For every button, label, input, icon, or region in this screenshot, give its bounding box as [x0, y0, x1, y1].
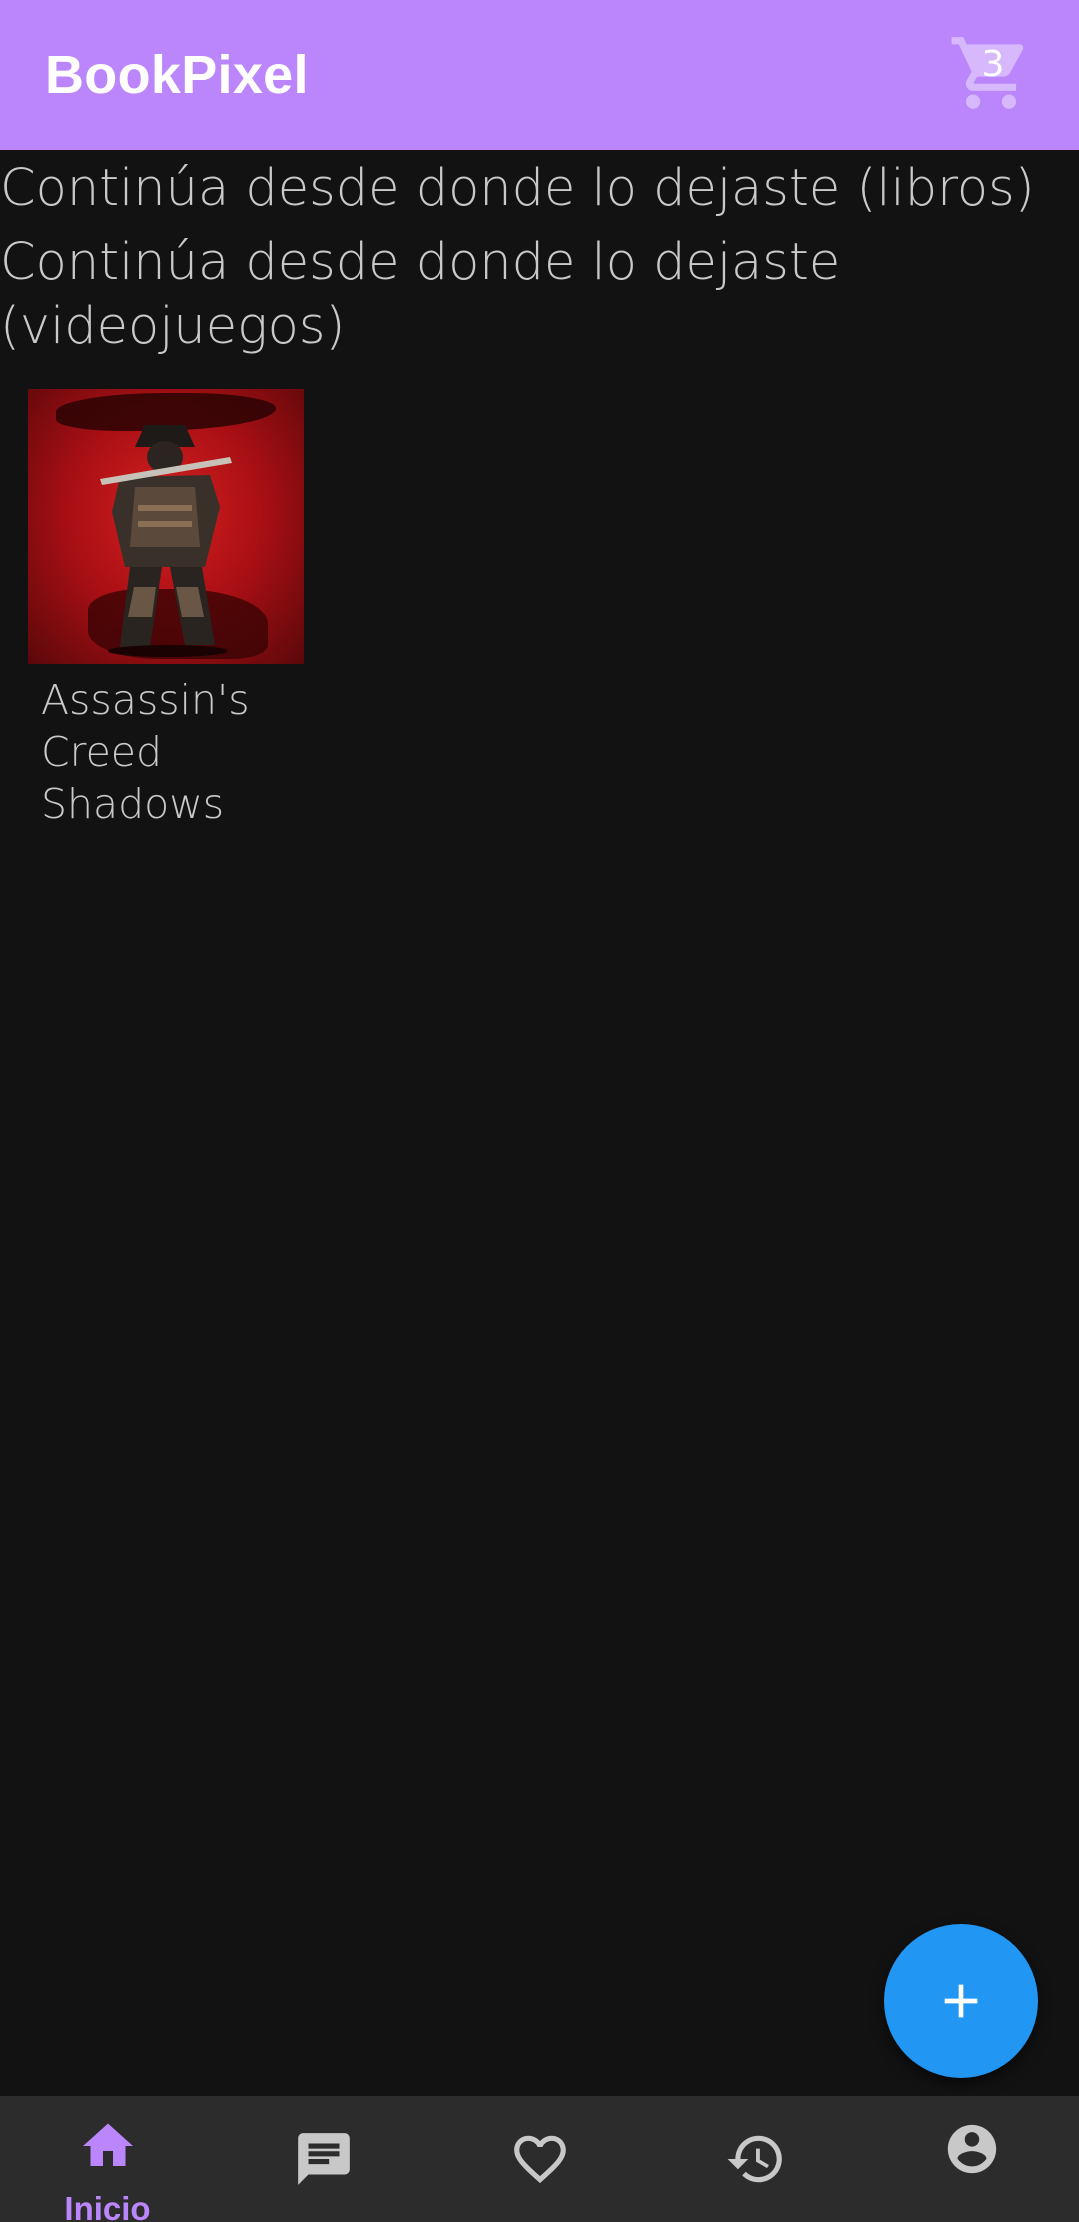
top-app-bar: BookPixel 3: [0, 0, 1079, 150]
add-fab-button[interactable]: [884, 1924, 1038, 2078]
heart-icon: [513, 2135, 566, 2184]
game-title-line: Assassin's: [41, 676, 250, 724]
nav-item-account[interactable]: [864, 2096, 1079, 2222]
cart-count-badge: 3: [981, 44, 1005, 85]
app-screen: BookPixel 3 Continúa desde donde lo deja…: [0, 0, 1079, 2222]
nav-label-home: Inicio: [64, 2190, 151, 2222]
game-card[interactable]: Assassin's Creed Shadows: [28, 389, 304, 830]
game-title: Assassin's Creed Shadows: [28, 674, 304, 830]
cart-button[interactable]: 3: [948, 30, 1034, 116]
plus-icon: [944, 1984, 978, 2018]
app-title: BookPixel: [45, 45, 309, 105]
game-cover-image: [28, 389, 304, 664]
chat-icon: [297, 2133, 350, 2185]
nav-item-chat[interactable]: [216, 2096, 431, 2222]
home-icon: [82, 2123, 133, 2166]
game-title-line: Shadows: [41, 780, 225, 828]
bottom-navigation: Inicio: [0, 2096, 1079, 2222]
history-icon: [727, 2135, 782, 2183]
section-title-books: Continúa desde donde lo dejaste (libros): [0, 159, 1035, 218]
nav-item-history[interactable]: [648, 2096, 863, 2222]
nav-item-favorites[interactable]: [432, 2096, 647, 2222]
game-title-line: Creed: [41, 728, 163, 776]
account-icon: [947, 2124, 996, 2174]
section-title-games: Continúa desde donde lo dejaste (videoju…: [0, 233, 841, 356]
samurai-figure-image: [100, 425, 232, 657]
nav-item-home[interactable]: Inicio: [0, 2096, 215, 2222]
